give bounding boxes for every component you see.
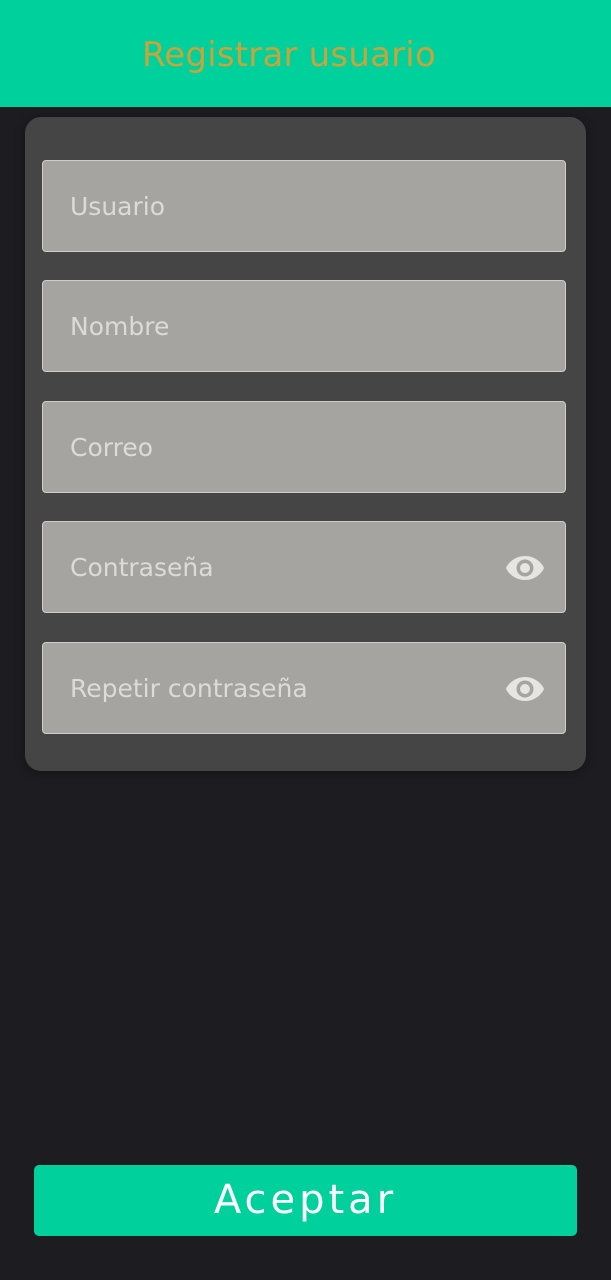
email-input[interactable] [43,402,565,492]
page-title: Registrar usuario [142,35,436,75]
repeat-password-field[interactable] [42,642,566,734]
eye-icon[interactable] [505,673,545,705]
password-input[interactable] [43,522,565,612]
password-field[interactable] [42,521,566,613]
name-input[interactable] [43,281,565,371]
name-field[interactable] [42,280,566,372]
repeat-password-input[interactable] [43,643,565,733]
app-header: Registrar usuario [0,0,611,107]
eye-icon[interactable] [505,552,545,584]
username-input[interactable] [43,161,565,251]
email-field[interactable] [42,401,566,493]
registration-form-card [25,117,586,771]
accept-button[interactable]: Aceptar [34,1165,577,1236]
username-field[interactable] [42,160,566,252]
